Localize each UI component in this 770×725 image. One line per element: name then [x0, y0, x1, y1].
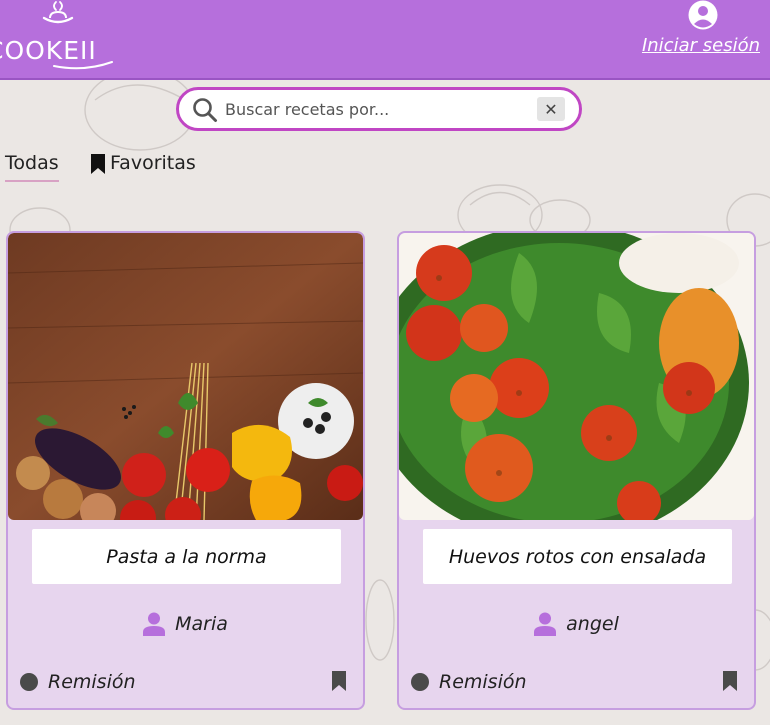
search-bar: ✕ — [176, 87, 582, 131]
recipe-image — [399, 233, 754, 520]
recipe-status: Remisión — [411, 667, 527, 697]
search-input[interactable] — [225, 97, 525, 121]
logo-underline — [53, 61, 113, 70]
status-label: Remisión — [48, 671, 136, 693]
bookmark-button[interactable] — [331, 670, 347, 692]
bookmark-button[interactable] — [722, 670, 738, 692]
recipe-author: Maria — [8, 609, 363, 639]
bookmark-icon — [91, 154, 105, 174]
account-circle-icon[interactable] — [686, 0, 720, 32]
recipe-card[interactable]: Huevos rotos con ensalada angel Remisión — [397, 231, 756, 710]
recipe-author: angel — [399, 609, 754, 639]
author-name: angel — [566, 613, 619, 635]
logo[interactable]: COOKEII — [0, 0, 122, 72]
tab-favoritas-label: Favoritas — [110, 152, 196, 174]
status-dot-icon — [20, 673, 38, 691]
clear-search-button[interactable]: ✕ — [537, 97, 565, 121]
recipe-image — [8, 233, 363, 520]
status-dot-icon — [411, 673, 429, 691]
recipe-status: Remisión — [20, 667, 136, 697]
recipe-title: Huevos rotos con ensalada — [423, 529, 732, 584]
recipe-card[interactable]: Pasta a la norma Maria Remisión — [6, 231, 365, 710]
tab-todas[interactable]: Todas — [5, 152, 59, 182]
author-name: Maria — [175, 613, 228, 635]
status-label: Remisión — [439, 671, 527, 693]
chef-hat-icon — [42, 1, 74, 24]
tab-favoritas[interactable]: Favoritas — [90, 152, 196, 182]
user-icon — [143, 612, 166, 636]
search-icon — [193, 98, 217, 122]
login-link[interactable]: Iniciar sesión — [642, 35, 760, 56]
recipe-title: Pasta a la norma — [32, 529, 341, 584]
top-navbar: COOKEII Iniciar sesión — [0, 0, 770, 80]
user-icon — [534, 612, 557, 636]
